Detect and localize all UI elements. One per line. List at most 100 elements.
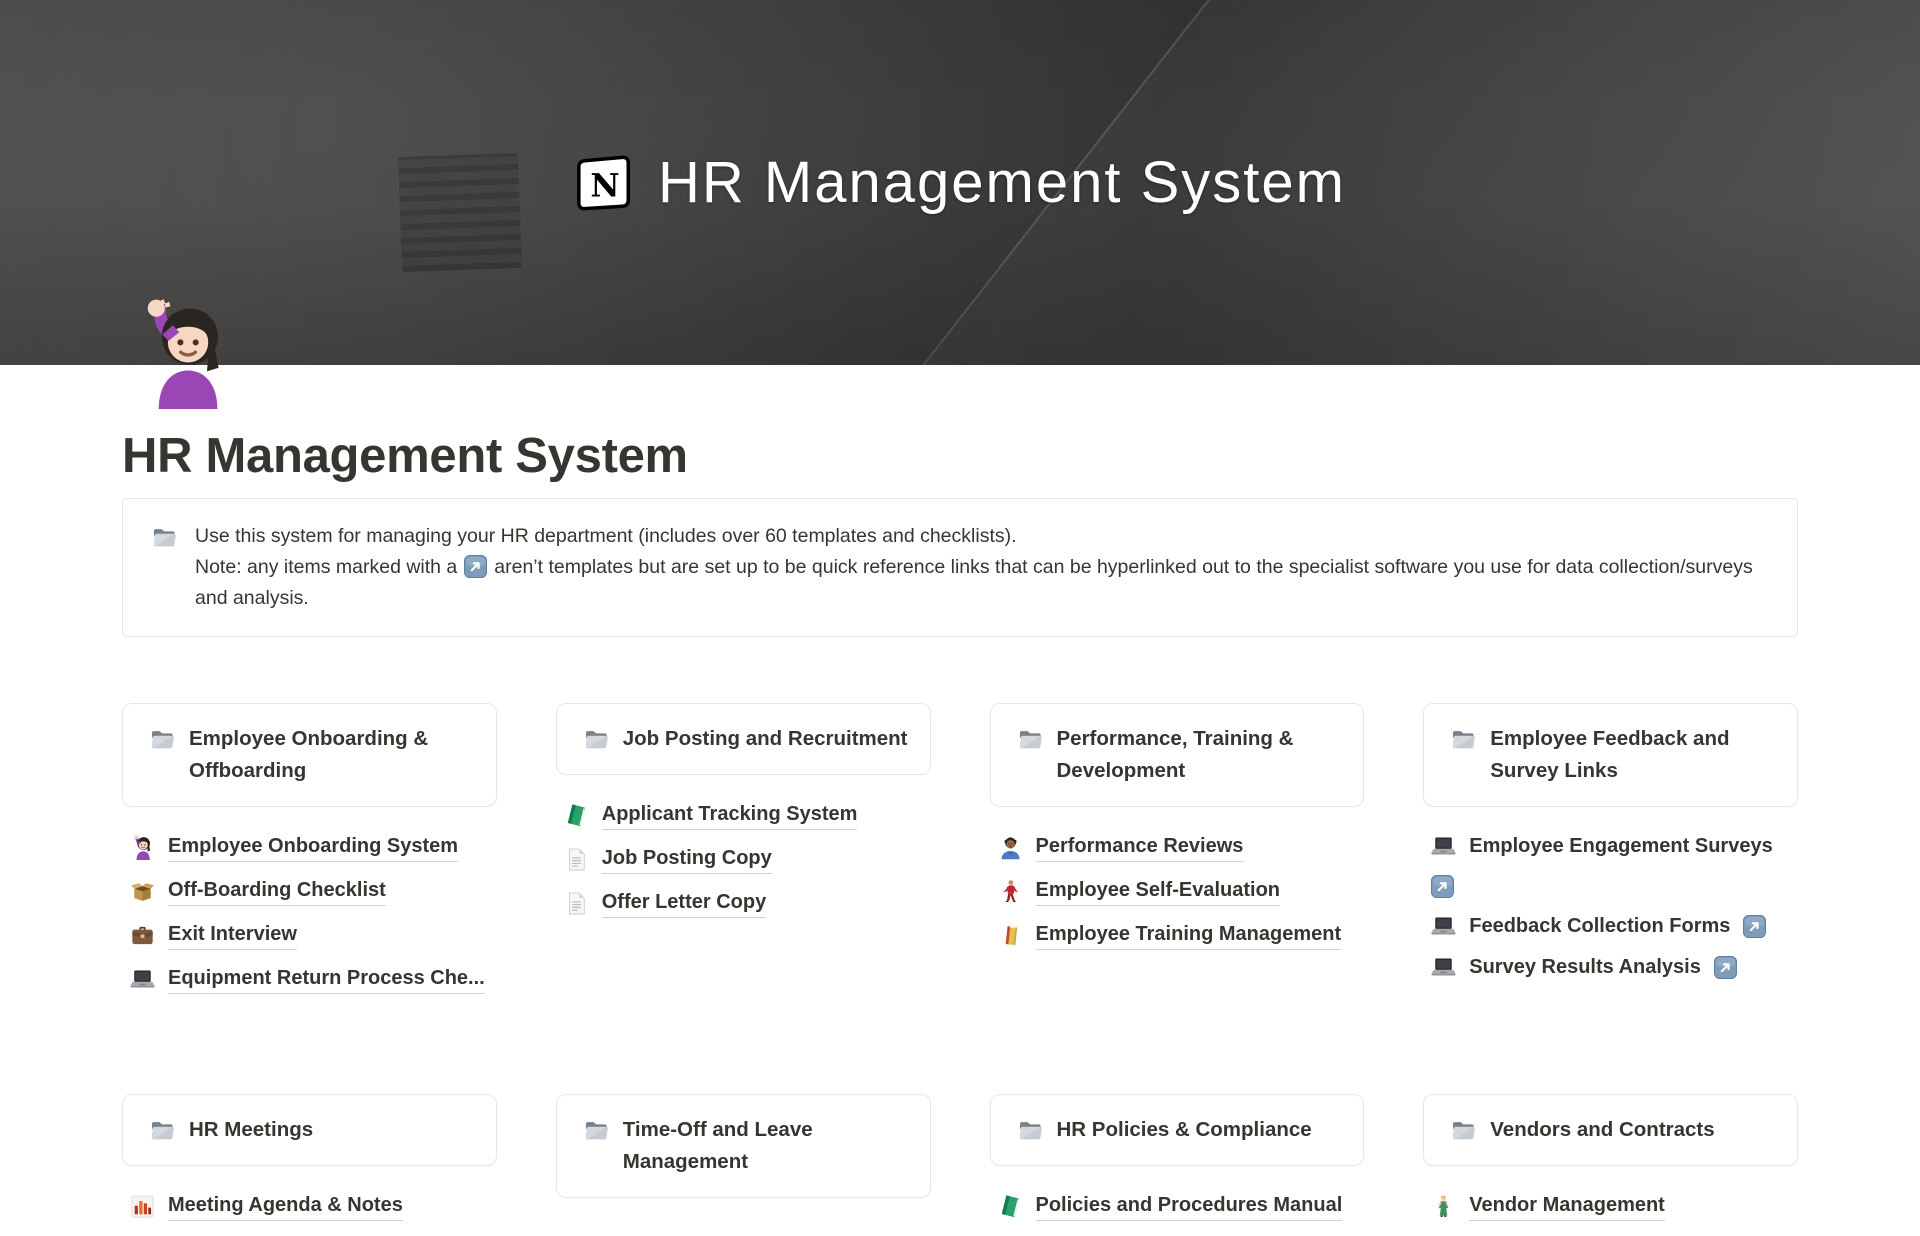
item-label: Policies and Procedures Manual [1036, 1192, 1343, 1221]
item-list: Employee Onboarding System Off-Boarding C… [122, 833, 497, 994]
page-link-item[interactable]: Employee Onboarding System [130, 833, 497, 862]
yellow-book-icon [998, 923, 1023, 948]
section-column: Vendors and Contracts Vendor Management [1423, 1094, 1798, 1236]
page-link-item[interactable]: Employee Self-Evaluation [998, 877, 1365, 906]
page-link-item[interactable]: Policies and Procedures Manual [998, 1192, 1365, 1221]
page-icon [564, 847, 589, 872]
open-folder-icon [1450, 1117, 1477, 1144]
open-folder-icon [583, 726, 610, 753]
item-label: Vendor Management [1469, 1192, 1665, 1221]
item-label: Employee Engagement Surveys [1469, 833, 1772, 859]
laptop-icon [1431, 834, 1456, 859]
open-folder-icon [1450, 726, 1477, 753]
page-link-item[interactable]: Survey Results Analysis [1431, 954, 1798, 980]
item-label: Applicant Tracking System [602, 801, 858, 830]
green-book-icon [564, 803, 589, 828]
section-card[interactable]: Vendors and Contracts [1423, 1094, 1798, 1166]
page-link-item[interactable]: Offer Letter Copy [564, 889, 931, 918]
section-column: HR Policies & Compliance Policies and Pro… [990, 1094, 1365, 1236]
item-list: Vendor Management [1423, 1192, 1798, 1221]
page-link-item[interactable]: Off-Boarding Checklist [130, 877, 497, 906]
item-label: Performance Reviews [1036, 833, 1244, 862]
open-folder-icon [1017, 1117, 1044, 1144]
section-card[interactable]: Job Posting and Recruitment [556, 703, 931, 775]
page-title: HR Management System [122, 428, 1798, 484]
woman-raising-hand-page-icon[interactable] [130, 299, 240, 409]
page-link-item[interactable]: Equipment Return Process Che... [130, 965, 497, 994]
open-folder-icon [151, 524, 178, 551]
page-link-item[interactable]: Applicant Tracking System [564, 801, 931, 830]
svg-text:N: N [590, 166, 619, 204]
section-column: Employee Feedback and Survey Links Employ… [1423, 703, 1798, 995]
up-right-arrow-icon [1714, 956, 1737, 979]
callout-line-1: Use this system for managing your HR dep… [195, 521, 1769, 552]
card-title: HR Policies & Compliance [1057, 1114, 1312, 1146]
open-folder-icon [149, 1117, 176, 1144]
section-column: Performance, Training & Development Perfo… [990, 703, 1365, 965]
open-box-icon [130, 879, 155, 904]
item-list: Applicant Tracking System Job Posting Cop… [556, 801, 931, 918]
cover-title: HR Management System [658, 149, 1346, 216]
page-content: HR Management System Use this system for… [122, 365, 1798, 1236]
section-column: Employee Onboarding & Offboarding Employe… [122, 703, 497, 1009]
page-link-item[interactable]: Meeting Agenda & Notes [130, 1192, 497, 1221]
item-label: Employee Training Management [1036, 921, 1342, 950]
section-card[interactable]: HR Policies & Compliance [990, 1094, 1365, 1166]
section-column: Job Posting and Recruitment Applicant Tra… [556, 703, 931, 933]
item-list: Meeting Agenda & Notes [122, 1192, 497, 1221]
page-link-item[interactable]: Job Posting Copy [564, 845, 931, 874]
sections-row-2: HR Meetings Meeting Agenda & Notes Time-Of… [122, 1094, 1798, 1236]
callout-note-prefix: Note: any items marked with a [195, 556, 457, 578]
section-column: HR Meetings Meeting Agenda & Notes [122, 1094, 497, 1236]
card-title: Employee Onboarding & Offboarding [189, 723, 478, 787]
open-folder-icon [583, 1117, 610, 1144]
item-label: Meeting Agenda & Notes [168, 1192, 403, 1221]
cover-image: N HR Management System [0, 0, 1920, 365]
section-card[interactable]: Employee Onboarding & Offboarding [122, 703, 497, 807]
page-link-item[interactable]: Vendor Management [1431, 1192, 1798, 1221]
card-title: Performance, Training & Development [1057, 723, 1346, 787]
up-right-arrow-icon [1431, 875, 1454, 898]
laptop-icon [130, 967, 155, 992]
laptop-icon [1431, 914, 1456, 939]
briefcase-icon [130, 923, 155, 948]
item-label: Offer Letter Copy [602, 889, 766, 918]
item-label: Employee Onboarding System [168, 833, 458, 862]
page-icon [564, 891, 589, 916]
card-title: Employee Feedback and Survey Links [1490, 723, 1779, 787]
section-card[interactable]: Time-Off and Leave Management [556, 1094, 931, 1198]
item-label: Employee Self-Evaluation [1036, 877, 1281, 906]
page-link-item[interactable]: Performance Reviews [998, 833, 1365, 862]
up-right-arrow-icon [464, 555, 487, 578]
person-blue-icon [998, 835, 1023, 860]
laptop-icon [1431, 955, 1456, 980]
person-red-icon [998, 879, 1023, 904]
open-folder-icon [149, 726, 176, 753]
item-label: Feedback Collection Forms [1469, 913, 1730, 939]
item-label: Survey Results Analysis [1469, 954, 1701, 980]
page-link-item[interactable]: Feedback Collection Forms [1431, 913, 1798, 939]
person-green-icon [1431, 1194, 1456, 1219]
item-label: Job Posting Copy [602, 845, 772, 874]
page-link-item[interactable]: Employee Training Management [998, 921, 1365, 950]
card-title: HR Meetings [189, 1114, 313, 1146]
section-card[interactable]: HR Meetings [122, 1094, 497, 1166]
item-label: Equipment Return Process Che... [168, 965, 485, 994]
callout: Use this system for managing your HR dep… [122, 498, 1798, 637]
card-title: Job Posting and Recruitment [623, 723, 908, 755]
page-link-item[interactable]: Exit Interview [130, 921, 497, 950]
section-card[interactable]: Performance, Training & Development [990, 703, 1365, 807]
up-right-arrow-icon [1743, 915, 1766, 938]
open-folder-icon [1017, 726, 1044, 753]
item-list: Policies and Procedures Manual [990, 1192, 1365, 1221]
section-card[interactable]: Employee Feedback and Survey Links [1423, 703, 1798, 807]
cover-branding: N HR Management System [0, 0, 1920, 365]
woman-raising-hand-icon [130, 835, 155, 860]
sections-row-1: Employee Onboarding & Offboarding Employe… [122, 703, 1798, 1009]
green-book-icon [998, 1194, 1023, 1219]
bar-chart-icon [130, 1194, 155, 1219]
item-label: Off-Boarding Checklist [168, 877, 386, 906]
card-title: Vendors and Contracts [1490, 1114, 1714, 1146]
notion-logo-icon: N [574, 152, 636, 214]
page-link-item[interactable]: Employee Engagement Surveys [1431, 833, 1798, 898]
